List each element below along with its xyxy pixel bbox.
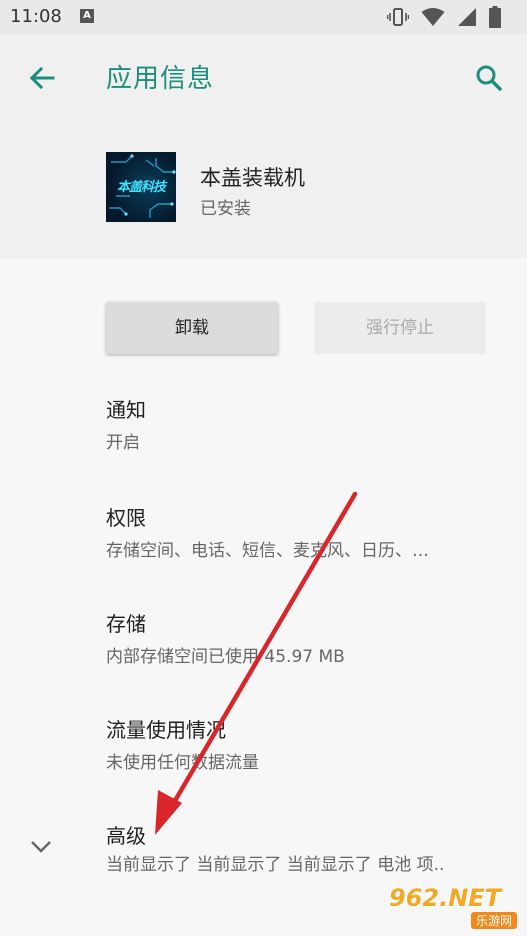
app-install-status: 已安装 [200, 199, 251, 219]
app-info-header: 应用信息 本盖科技 本盖装载机 已安装 [0, 34, 527, 258]
app-icon: 本盖科技 [106, 152, 176, 222]
setting-title: 高级 [106, 824, 146, 848]
app-settings-content: 卸载 强行停止 通知 开启 权限 存储空间、电话、短信、麦克风、日历、… 存储 … [0, 258, 527, 936]
back-button[interactable] [22, 58, 62, 98]
setting-data-usage[interactable]: 流量使用情况 未使用任何数据流量 [0, 698, 527, 788]
app-name: 本盖装载机 [200, 166, 305, 190]
setting-subtitle: 当前显示了 当前显示了 当前显示了 电池 项.. [106, 855, 445, 875]
setting-title: 流量使用情况 [106, 718, 226, 742]
setting-subtitle: 开启 [106, 433, 140, 453]
status-icons [387, 6, 501, 28]
chevron-down-icon[interactable] [28, 836, 54, 856]
watermark-logo-text: 962.NET [389, 884, 502, 912]
signal-icon [458, 8, 476, 26]
force-stop-button[interactable]: 强行停止 [314, 302, 486, 354]
battery-icon [489, 6, 501, 28]
setting-notifications[interactable]: 通知 开启 [0, 378, 527, 468]
setting-subtitle: 内部存储空间已使用 45.97 MB [106, 647, 345, 667]
setting-title: 通知 [106, 398, 146, 422]
wifi-icon [421, 8, 445, 26]
setting-subtitle: 未使用任何数据流量 [106, 753, 259, 773]
setting-title: 权限 [106, 506, 146, 530]
status-time: 11:08 [10, 6, 62, 27]
setting-subtitle: 存储空间、电话、短信、麦克风、日历、… [106, 541, 429, 561]
setting-storage[interactable]: 存储 内部存储空间已使用 45.97 MB [0, 592, 527, 682]
setting-advanced[interactable]: 高级 当前显示了 当前显示了 当前显示了 电池 项.. [0, 806, 527, 896]
app-icon-text: 本盖科技 [116, 180, 166, 195]
search-icon [476, 65, 502, 91]
search-button[interactable] [469, 58, 509, 98]
vibrate-icon [387, 8, 409, 26]
status-bar: 11:08 A [0, 0, 527, 34]
setting-permissions[interactable]: 权限 存储空间、电话、短信、麦克风、日历、… [0, 486, 527, 576]
page-title: 应用信息 [106, 64, 215, 94]
arrow-left-icon [29, 66, 55, 90]
watermark-site-name: 乐游网 [470, 912, 517, 929]
notification-icon: A [80, 9, 94, 23]
site-watermark: 962.NET 乐游网 [389, 884, 521, 932]
setting-title: 存储 [106, 612, 146, 636]
uninstall-button[interactable]: 卸载 [106, 302, 278, 354]
